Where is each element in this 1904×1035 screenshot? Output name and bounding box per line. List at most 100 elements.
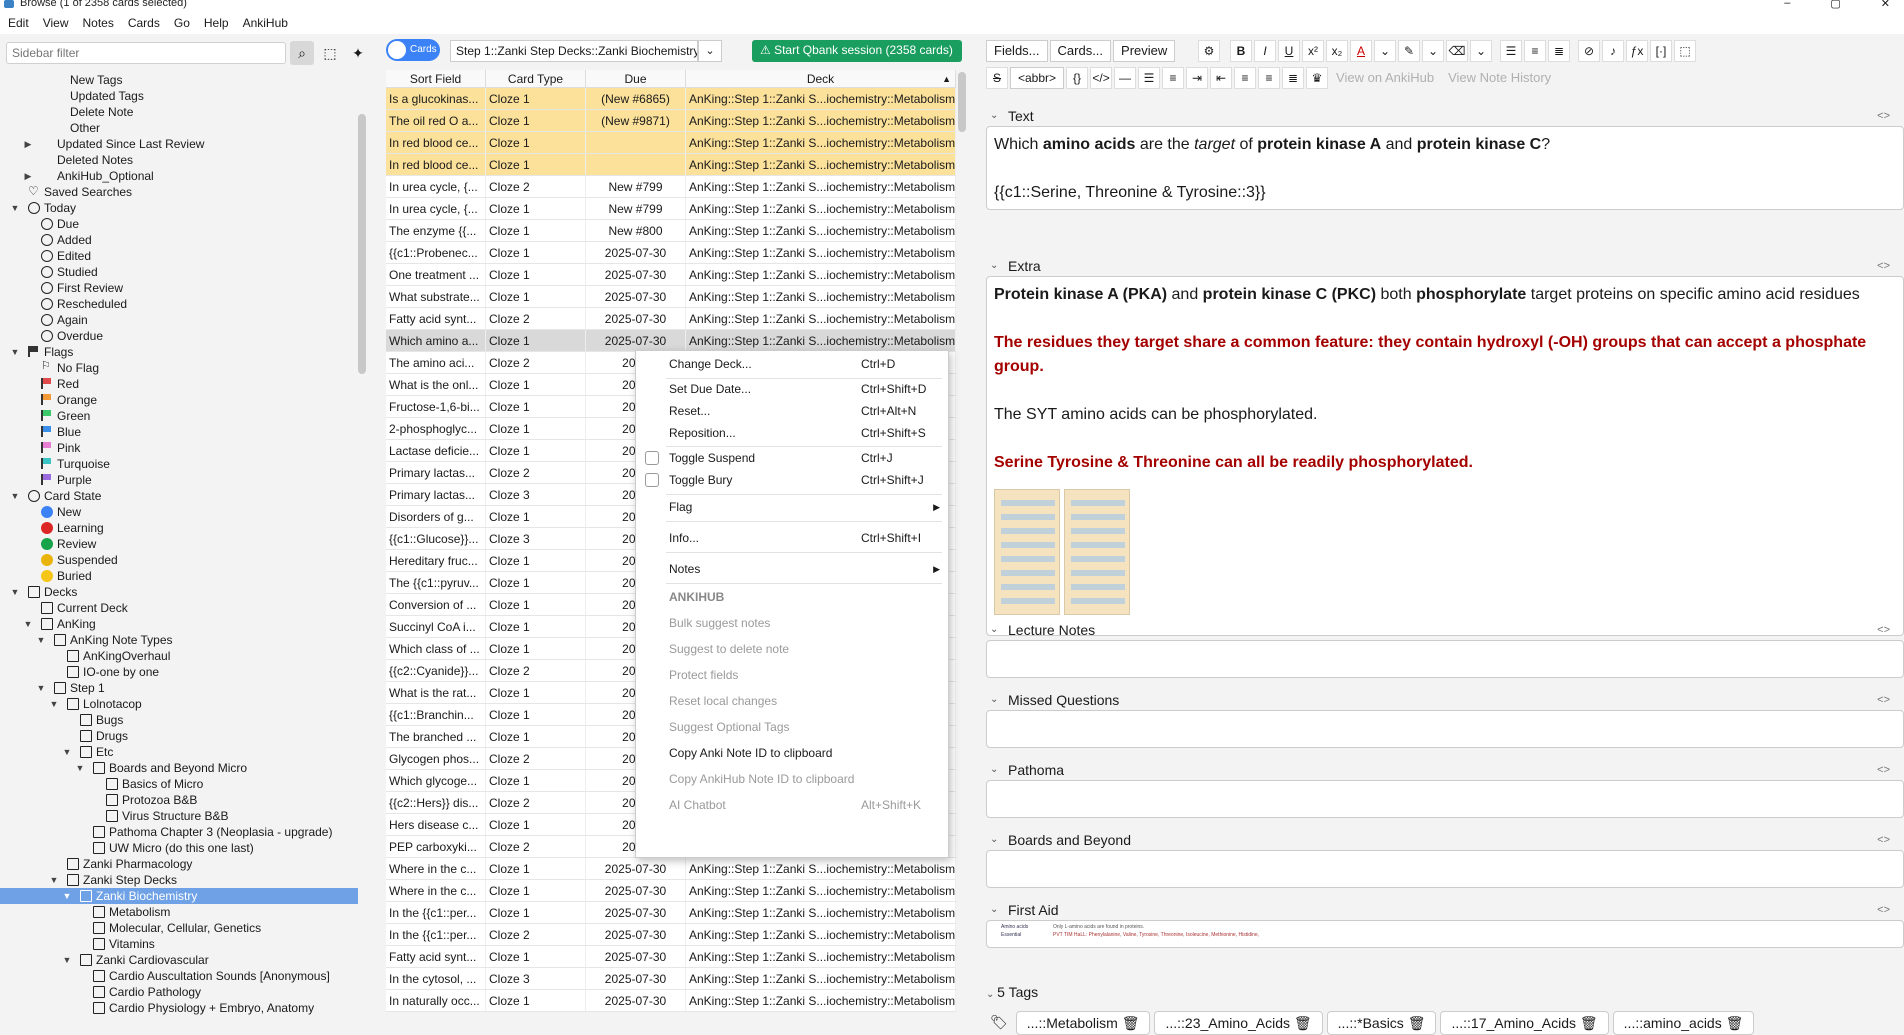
sidebar-item[interactable]: AnKingOverhaul: [0, 648, 360, 664]
expand-down-icon[interactable]: ▼: [62, 888, 72, 904]
sidebar-item[interactable]: Basics of Micro: [0, 776, 360, 792]
numbered-list-icon[interactable]: ≡: [1524, 40, 1546, 62]
indent-icon[interactable]: ⇥: [1186, 67, 1209, 89]
unordered-list-icon[interactable]: ☰: [1138, 67, 1161, 89]
select-mode-icon[interactable]: ⬚: [318, 41, 342, 65]
pathoma-editor[interactable]: [986, 780, 1904, 818]
sidebar-item[interactable]: Metabolism: [0, 904, 360, 920]
sidebar-item[interactable]: Turquoise: [0, 456, 360, 472]
menu-item-info[interactable]: Info... Ctrl+Shift+I: [636, 527, 948, 549]
image-thumbnail[interactable]: [1064, 489, 1130, 615]
sparkle-icon[interactable]: ✦: [346, 41, 370, 65]
tag-chip[interactable]: ...::23_Amino_Acids 🗑: [1154, 1011, 1323, 1035]
align-icon[interactable]: ≣: [1548, 40, 1570, 62]
sidebar-item[interactable]: Review: [0, 536, 360, 552]
menu-go[interactable]: Go: [174, 16, 190, 30]
tag-chip[interactable]: ...::Metabolism 🗑: [1015, 1011, 1151, 1035]
html-toggle-icon[interactable]: <>: [1877, 106, 1890, 126]
menu-item-toggle-suspend[interactable]: Toggle Suspend Ctrl+J: [636, 447, 948, 469]
sidebar-item[interactable]: Cardio Pathology: [0, 984, 360, 1000]
text-field-editor[interactable]: Which amino acids are the target of prot…: [986, 126, 1904, 210]
sidebar-item[interactable]: Virus Structure B&B: [0, 808, 360, 824]
table-row[interactable]: The oil red O a... Cloze 1 (New #9871) AnKi…: [386, 110, 956, 132]
table-row[interactable]: Where in the c... Cloze 1 2025-07-30 AnKing…: [386, 858, 956, 880]
sidebar-item[interactable]: ▼ Flags: [0, 344, 360, 360]
menu-item-copy-anki-id[interactable]: Copy Anki Note ID to clipboard: [636, 742, 948, 764]
sidebar-item[interactable]: ▼ Lolnotacop: [0, 696, 360, 712]
sidebar-item[interactable]: Deleted Notes: [0, 152, 360, 168]
tag-chip[interactable]: ...::17_Amino_Acids 🗑: [1440, 1011, 1609, 1035]
sidebar-item[interactable]: Cardio Physiology + Embryo, Anatomy: [0, 1000, 360, 1016]
sidebar-item[interactable]: ▶ Updated Since Last Review: [0, 136, 360, 152]
table-row[interactable]: In the {{c1::per... Cloze 2 2025-07-30 AnKi…: [386, 924, 956, 946]
sidebar-item[interactable]: Edited: [0, 248, 360, 264]
html-toggle-icon[interactable]: <>: [1877, 620, 1890, 640]
table-row[interactable]: Is a glucokinas... Cloze 1 (New #6865) AnKi…: [386, 88, 956, 110]
table-row[interactable]: What substrate... Cloze 1 2025-07-30 AnKing…: [386, 286, 956, 308]
table-row[interactable]: The enzyme {{... Cloze 1 New #800 AnKing::S…: [386, 220, 956, 242]
trash-icon[interactable]: 🗑: [1408, 1015, 1426, 1031]
sidebar-item[interactable]: ▼ AnKing: [0, 616, 360, 632]
table-row[interactable]: Fatty acid synt... Cloze 1 2025-07-30 AnKin…: [386, 946, 956, 968]
sidebar-item[interactable]: Updated Tags: [0, 88, 360, 104]
menu-item-set-due-date[interactable]: Set Due Date... Ctrl+Shift+D: [636, 378, 948, 400]
sidebar-item[interactable]: Green: [0, 408, 360, 424]
microphone-icon[interactable]: ♪: [1602, 40, 1624, 62]
column-sort-field[interactable]: Sort Field: [386, 70, 486, 87]
sidebar-item[interactable]: ♡ Saved Searches: [0, 184, 360, 200]
sidebar-item[interactable]: Blue: [0, 424, 360, 440]
menu-ankihub[interactable]: AnkiHub: [243, 16, 288, 30]
sidebar-item[interactable]: Red: [0, 376, 360, 392]
bullet-list-icon[interactable]: ☰: [1500, 40, 1522, 62]
field-header[interactable]: ⌄ Lecture Notes <>: [986, 620, 1904, 640]
abbr-button[interactable]: <abbr>: [1010, 67, 1065, 89]
expand-down-icon[interactable]: ▼: [10, 344, 20, 360]
function-icon[interactable]: ƒx: [1626, 40, 1648, 62]
strikethrough-icon[interactable]: S: [986, 67, 1008, 89]
align-right-icon[interactable]: ≡: [1258, 67, 1281, 89]
sidebar-item[interactable]: ▼ Step 1: [0, 680, 360, 696]
sidebar-item[interactable]: Zanki Pharmacology: [0, 856, 360, 872]
sidebar-item[interactable]: Delete Note: [0, 104, 360, 120]
sidebar-item[interactable]: Bugs: [0, 712, 360, 728]
sidebar-item[interactable]: ▼ Today: [0, 200, 360, 216]
boards-and-beyond-editor[interactable]: [986, 850, 1904, 888]
sidebar-item[interactable]: Added: [0, 232, 360, 248]
expand-down-icon[interactable]: ▼: [62, 952, 72, 968]
sidebar-item[interactable]: Overdue: [0, 328, 360, 344]
expand-down-icon[interactable]: ▼: [75, 760, 85, 776]
menu-notes[interactable]: Notes: [82, 16, 113, 30]
html-toggle-icon[interactable]: <>: [1877, 256, 1890, 276]
bold-icon[interactable]: B: [1230, 40, 1252, 62]
tags-header[interactable]: ⌄ 5 Tags: [986, 984, 1038, 1000]
html-toggle-icon[interactable]: <>: [1877, 690, 1890, 710]
fields-button[interactable]: Fields...: [986, 40, 1048, 62]
menu-item-notes[interactable]: Notes ▶: [636, 558, 948, 580]
highlight-icon[interactable]: ✎: [1398, 40, 1420, 62]
sidebar-item[interactable]: UW Micro (do this one last): [0, 840, 360, 856]
field-header[interactable]: ⌄ Boards and Beyond <>: [986, 830, 1904, 850]
outdent-icon[interactable]: ⇤: [1210, 67, 1233, 89]
sidebar-item[interactable]: Buried: [0, 568, 360, 584]
table-row[interactable]: In urea cycle, {... Cloze 2 New #799 AnKing…: [386, 176, 956, 198]
table-row[interactable]: Which amino a... Cloze 1 2025-07-30 AnKing:…: [386, 330, 956, 352]
sidebar-item[interactable]: Other: [0, 120, 360, 136]
field-header[interactable]: ⌄ Text <>: [986, 106, 1904, 126]
menu-item-toggle-bury[interactable]: Toggle Bury Ctrl+Shift+J: [636, 469, 948, 491]
chevron-down-icon[interactable]: ⌄: [1374, 40, 1396, 62]
table-row[interactable]: In red blood ce... Cloze 1 AnKing::Step 1:…: [386, 154, 956, 176]
text-color-icon[interactable]: A: [1350, 40, 1372, 62]
column-deck[interactable]: Deck ▲: [686, 70, 956, 87]
sidebar-item[interactable]: ▼ Zanki Cardiovascular: [0, 952, 360, 968]
sidebar-item[interactable]: ▼ AnKing Note Types: [0, 632, 360, 648]
menu-item-flag[interactable]: Flag ▶: [636, 496, 948, 518]
expand-down-icon[interactable]: ▼: [62, 744, 72, 760]
superscript-icon[interactable]: x²: [1302, 40, 1324, 62]
field-header[interactable]: ⌄ Extra <>: [986, 256, 1904, 276]
table-row[interactable]: In urea cycle, {... Cloze 1 New #799 AnKing…: [386, 198, 956, 220]
menu-item-reposition[interactable]: Reposition... Ctrl+Shift+S: [636, 422, 948, 444]
chevron-down-icon[interactable]: ⌄: [1470, 40, 1492, 62]
table-row[interactable]: {{c1::Probenec... Cloze 1 2025-07-30 AnKing…: [386, 242, 956, 264]
sidebar-item[interactable]: Vitamins: [0, 936, 360, 952]
attachment-icon[interactable]: ⊘: [1578, 40, 1600, 62]
